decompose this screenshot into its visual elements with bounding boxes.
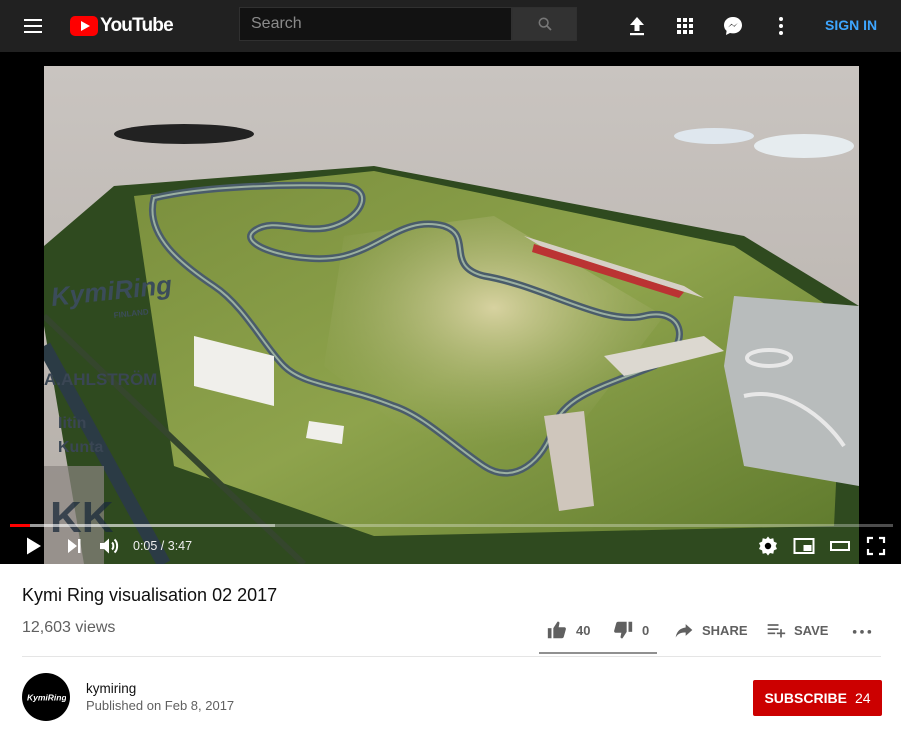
dislike-count: 0 xyxy=(642,622,650,638)
subscribe-button[interactable]: SUBSCRIBE 24 xyxy=(753,680,882,716)
save-button[interactable]: SAVE xyxy=(766,617,828,643)
theater-icon[interactable] xyxy=(828,534,852,558)
search-input[interactable] xyxy=(239,7,512,41)
share-icon xyxy=(675,624,693,638)
time-display: 0:05 / 3:47 xyxy=(133,539,193,553)
sentiment-bar xyxy=(539,652,657,654)
publish-date: Published on Feb 8, 2017 xyxy=(86,698,235,713)
progress-played xyxy=(10,524,31,527)
playlist-add-icon xyxy=(767,624,786,638)
divider xyxy=(22,656,881,657)
youtube-play-logo-icon xyxy=(70,16,98,36)
more-actions-button[interactable] xyxy=(851,617,881,643)
dislike-button[interactable]: 0 xyxy=(612,617,649,643)
save-label: SAVE xyxy=(794,622,829,638)
masthead: YouTube SIGN IN xyxy=(0,0,901,52)
video-player[interactable]: KK KymiRing FINLAND A.AHLSTRÖM Iitin Kun… xyxy=(0,52,901,564)
more-horizontal-icon xyxy=(852,630,872,634)
play-icon[interactable] xyxy=(21,534,45,558)
channel-avatar[interactable]: KymiRing xyxy=(22,673,70,721)
channel-name[interactable]: kymiring xyxy=(86,681,136,696)
video-frame[interactable]: KK KymiRing FINLAND A.AHLSTRÖM Iitin Kun… xyxy=(44,66,859,564)
share-label: SHARE xyxy=(702,622,748,638)
search-button[interactable] xyxy=(512,7,577,41)
messages-icon[interactable] xyxy=(721,14,745,38)
svg-text:KymiRing: KymiRing xyxy=(27,693,66,703)
subscribe-label: SUBSCRIBE xyxy=(764,690,847,706)
sponsor-text-2a: Iitin xyxy=(58,415,86,432)
video-thumbnail-image: KK KymiRing FINLAND A.AHLSTRÖM Iitin Kun… xyxy=(44,66,859,564)
kymiring-logo-icon: KymiRing xyxy=(27,693,66,703)
progress-buffered xyxy=(10,524,275,527)
sign-in-button[interactable]: SIGN IN xyxy=(825,17,877,33)
share-button[interactable]: SHARE xyxy=(674,617,748,643)
apps-icon[interactable] xyxy=(673,14,697,38)
progress-bar[interactable] xyxy=(10,524,893,527)
settings-icon[interactable] xyxy=(756,534,780,558)
fullscreen-icon[interactable] xyxy=(864,534,888,558)
sponsor-text-2b: Kunta xyxy=(58,439,103,456)
like-button[interactable]: 40 xyxy=(546,617,590,643)
thumbs-up-icon xyxy=(547,621,566,639)
subscriber-count: 24 xyxy=(854,690,871,706)
view-count: 12,603 views xyxy=(22,619,116,636)
search-icon xyxy=(538,17,552,31)
like-count: 40 xyxy=(576,622,591,638)
video-title: Kymi Ring visualisation 02 2017 xyxy=(22,585,278,605)
upload-icon[interactable] xyxy=(625,14,649,38)
menu-icon[interactable] xyxy=(22,14,46,38)
logo-text: YouTube xyxy=(100,15,174,36)
youtube-logo[interactable]: YouTube xyxy=(70,15,174,37)
sponsor-text-1: A.AHLSTRÖM xyxy=(44,370,157,389)
miniplayer-icon[interactable] xyxy=(792,534,816,558)
more-vertical-icon[interactable] xyxy=(769,14,793,38)
search-box xyxy=(239,7,577,43)
thumbs-down-icon xyxy=(614,621,633,639)
next-icon[interactable] xyxy=(62,534,86,558)
volume-icon[interactable] xyxy=(97,534,121,558)
